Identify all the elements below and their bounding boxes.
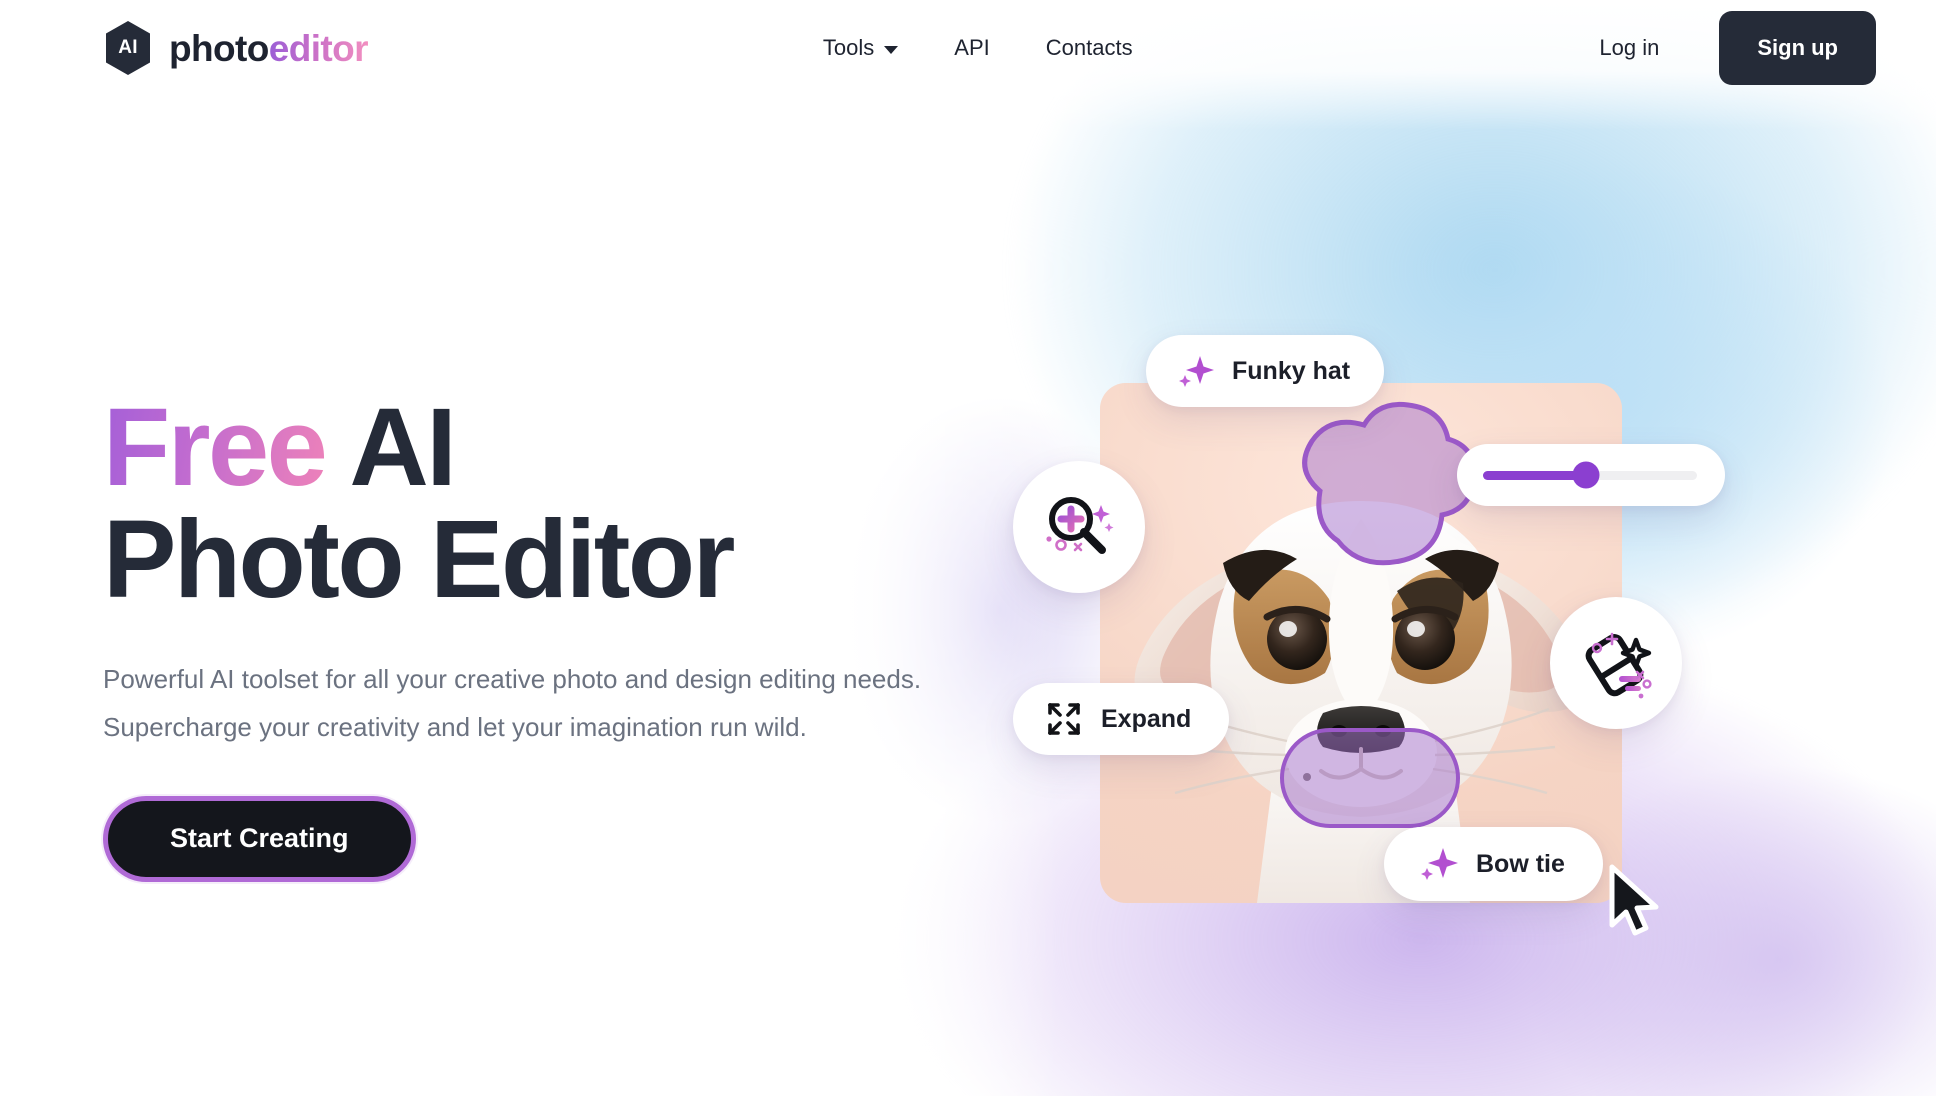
logo-text: photoeditor: [169, 27, 369, 69]
page-title: Free AI Photo Editor: [103, 391, 983, 616]
hero-subtitle: Powerful AI toolset for all your creativ…: [103, 664, 922, 742]
logo-text-photo: photo: [169, 27, 269, 69]
nav-label: Tools: [822, 35, 875, 60]
nav-item-api[interactable]: API: [954, 35, 989, 61]
sparkle-icon: [1421, 848, 1458, 880]
eraser-sparkle-icon: [1585, 632, 1652, 699]
chip-expand[interactable]: Expand: [1013, 683, 1230, 755]
hero-content: Free AI Photo Editor Powerful AI toolset…: [103, 391, 983, 882]
slider-fill: [1483, 470, 1586, 480]
chevron-down-icon: [884, 45, 899, 54]
signup-button[interactable]: Sign up: [1719, 11, 1876, 85]
chip-label: Bow tie: [1476, 849, 1565, 878]
selection-bow-tie[interactable]: [1280, 728, 1460, 828]
nav-item-contacts[interactable]: Contacts: [1046, 35, 1133, 61]
cta-wrapper: Start Creating: [103, 795, 983, 882]
chip-bow-tie[interactable]: Bow tie: [1384, 827, 1603, 901]
sparkle-icon: [1179, 356, 1214, 387]
headline-rest: AI: [325, 386, 457, 509]
chip-magic-eraser[interactable]: [1550, 597, 1682, 729]
adjust-slider[interactable]: [1457, 444, 1725, 506]
chip-funky-hat[interactable]: Funky hat: [1146, 335, 1385, 407]
chip-upscale[interactable]: [1013, 461, 1145, 593]
ai-badge-label: AI: [118, 37, 138, 58]
login-button[interactable]: Log in: [1599, 35, 1659, 61]
site-header: AI photoeditor Tools API Contacts Log in…: [0, 0, 1936, 96]
mouse-pointer-icon: [1609, 864, 1659, 936]
main-nav: Tools API Contacts: [823, 35, 1133, 61]
nav-label: Contacts: [1045, 35, 1133, 60]
logo[interactable]: AI photoeditor: [103, 20, 369, 76]
headline-accent: Free: [103, 386, 328, 509]
chip-label: Expand: [1101, 704, 1192, 733]
nav-label: API: [954, 35, 990, 60]
ai-badge-icon: AI: [103, 20, 153, 76]
slider-track[interactable]: [1483, 461, 1697, 489]
chip-label: Funky hat: [1232, 356, 1351, 385]
start-creating-button[interactable]: Start Creating: [103, 795, 416, 882]
slider-thumb[interactable]: [1572, 461, 1600, 489]
expand-arrows-icon: [1048, 703, 1080, 735]
auth-actions: Log in Sign up: [1599, 11, 1876, 85]
landing-page: Funky hat Expand Bow tie AI photoeditor …: [0, 0, 1936, 1096]
nav-item-tools[interactable]: Tools: [822, 35, 899, 61]
selection-funky-hat[interactable]: [1260, 395, 1470, 575]
logo-text-editor: editor: [268, 27, 369, 69]
magnifier-plus-icon: [1046, 497, 1114, 554]
headline-line2: Photo Editor: [103, 498, 735, 622]
